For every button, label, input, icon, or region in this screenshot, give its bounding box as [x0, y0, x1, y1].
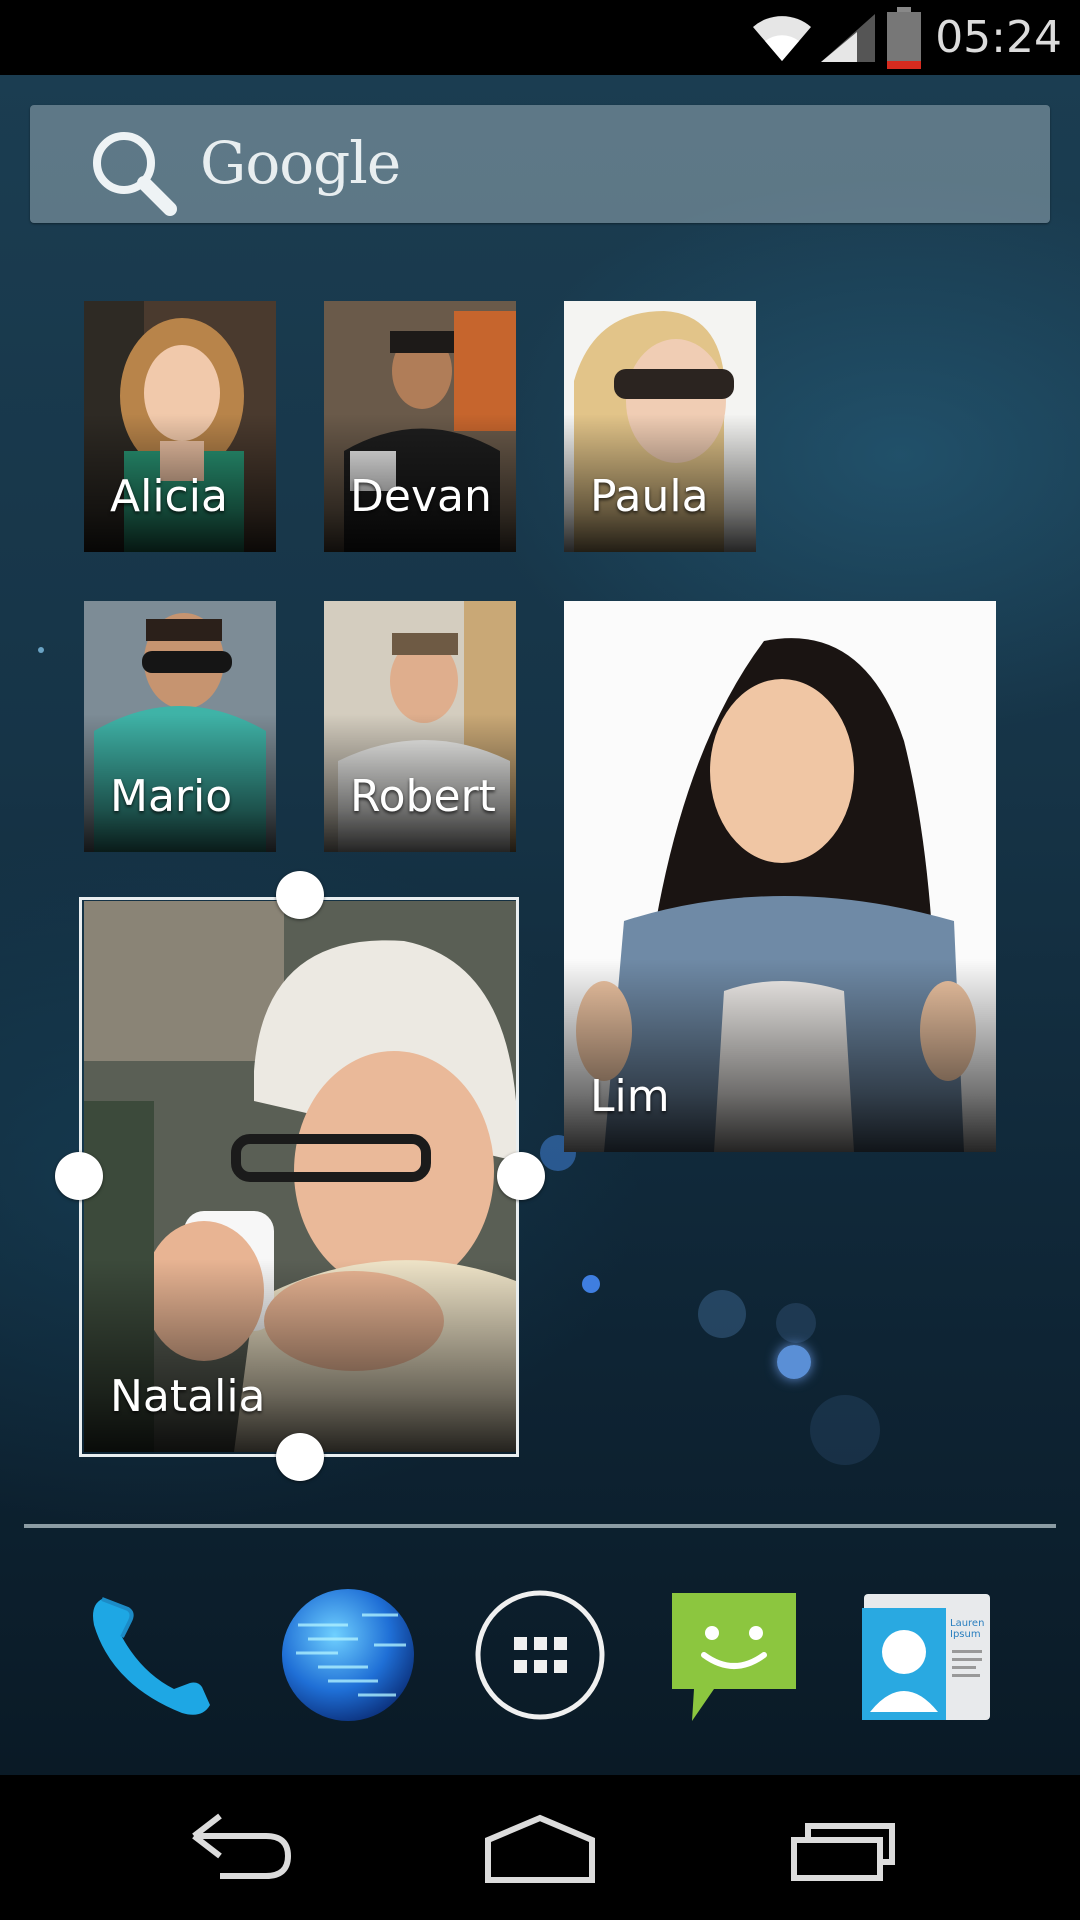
- contact-widget-paula[interactable]: Paula: [564, 301, 756, 552]
- widget-resize-frame: [79, 897, 519, 1457]
- wallpaper-bokeh: [698, 1290, 746, 1338]
- contact-name: Mario: [110, 771, 233, 822]
- contact-name: Devan: [350, 471, 492, 522]
- search-icon: [93, 132, 177, 216]
- wallpaper-bokeh: [810, 1395, 880, 1465]
- contact-widget-robert[interactable]: Robert: [324, 601, 516, 852]
- contact-widget-mario[interactable]: Mario: [84, 601, 276, 852]
- contacts-icon[interactable]: Lauren Ipsum: [858, 1588, 998, 1728]
- back-icon[interactable]: [180, 1806, 300, 1890]
- contact-name: Lim: [590, 1071, 670, 1122]
- dock-divider: [24, 1524, 1056, 1528]
- contact-widget-alicia[interactable]: Alicia: [84, 301, 276, 552]
- battery-icon: [887, 6, 922, 69]
- wallpaper-bokeh: [776, 1303, 816, 1343]
- google-logo: Google: [200, 129, 401, 197]
- signal-icon: [821, 13, 876, 62]
- resize-handle-right[interactable]: [497, 1152, 545, 1200]
- contact-widget-devan[interactable]: Devan: [324, 301, 516, 552]
- resize-handle-left[interactable]: [55, 1152, 103, 1200]
- contact-name: Paula: [590, 471, 709, 522]
- status-time: 05:24: [935, 12, 1062, 63]
- browser-globe-icon[interactable]: [278, 1585, 418, 1725]
- wallpaper-bokeh: [777, 1345, 811, 1379]
- status-bar: 05:24: [0, 0, 1080, 75]
- contacts-card-text: Lauren Ipsum: [950, 1618, 985, 1640]
- home-icon[interactable]: [480, 1806, 600, 1890]
- wallpaper-bokeh: [582, 1275, 600, 1293]
- contact-name: Alicia: [110, 471, 228, 522]
- navigation-bar: [0, 1776, 1080, 1920]
- all-apps-icon[interactable]: [470, 1585, 610, 1725]
- contact-widget-lim[interactable]: Lim: [564, 601, 996, 1152]
- wifi-icon: [753, 15, 812, 61]
- google-search-bar[interactable]: Google: [30, 105, 1050, 223]
- messaging-icon[interactable]: [664, 1585, 804, 1725]
- contacts-card-graphic: [862, 1594, 990, 1720]
- resize-handle-top[interactable]: [276, 871, 324, 919]
- recents-icon[interactable]: [780, 1806, 900, 1890]
- phone-icon[interactable]: [82, 1585, 222, 1725]
- wallpaper-bokeh: [38, 647, 44, 653]
- contact-name: Robert: [350, 771, 496, 822]
- resize-handle-bottom[interactable]: [276, 1433, 324, 1481]
